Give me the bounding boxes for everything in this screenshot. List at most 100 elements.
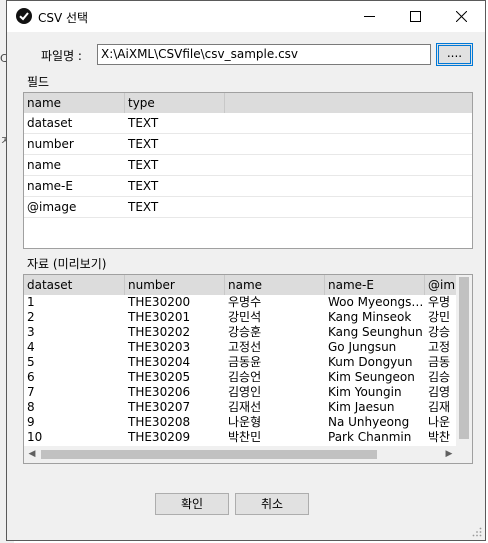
preview-grid[interactable]: dataset number name name-E @im 1 THE3020… xyxy=(23,274,473,464)
field-name-cell: name-E xyxy=(27,179,73,193)
table-cell: Na Unhyeong xyxy=(328,415,410,429)
table-cell: Kang Seunghun xyxy=(328,325,423,339)
window-title: CSV 선택 xyxy=(38,11,89,25)
fields-header-row: name type xyxy=(24,93,472,113)
table-row[interactable]: name TEXT xyxy=(24,155,472,176)
ok-button[interactable]: 확인 xyxy=(155,493,229,515)
table-cell: 박찬 xyxy=(428,430,451,444)
column-header[interactable]: number xyxy=(125,275,225,295)
column-header[interactable]: @im xyxy=(425,275,456,295)
table-cell: THE30206 xyxy=(128,385,191,399)
fields-section-label: 필드 xyxy=(27,75,50,89)
check-circle-icon xyxy=(16,8,32,24)
table-cell: 4 xyxy=(27,340,35,354)
browse-button[interactable]: .... xyxy=(436,43,473,66)
table-cell: Woo Myeongs… xyxy=(328,295,424,309)
table-row[interactable]: number TEXT xyxy=(24,134,472,155)
table-cell: 김재 xyxy=(428,400,451,414)
table-cell: 강민석 xyxy=(228,310,262,324)
table-cell: 김영인 xyxy=(228,385,262,399)
field-type-cell: TEXT xyxy=(128,137,159,151)
table-cell: 강민 xyxy=(428,310,451,324)
file-path-field[interactable]: X:\AiXML\CSVfile\csv_sample.csv xyxy=(97,44,431,65)
close-icon xyxy=(456,11,467,22)
table-row[interactable]: dataset TEXT xyxy=(24,113,472,134)
preview-section-label: 자료 (미리보기) xyxy=(27,257,107,271)
table-cell: 김승언 xyxy=(228,370,262,384)
field-type-cell: TEXT xyxy=(128,158,159,172)
table-cell: Kum Dongyun xyxy=(328,355,413,369)
table-cell: 강승훈 xyxy=(228,325,262,339)
table-cell: 김승 xyxy=(428,370,451,384)
table-cell: THE30200 xyxy=(128,295,191,309)
field-name-cell: name xyxy=(27,158,62,172)
table-cell: 1 xyxy=(27,295,35,309)
table-cell: 고정선 xyxy=(228,340,262,354)
table-cell: THE30208 xyxy=(128,415,191,429)
table-cell: 8 xyxy=(27,400,35,414)
column-header[interactable]: name-E xyxy=(325,275,425,295)
table-cell: 박찬민 xyxy=(228,430,262,444)
preview-horizontal-scrollbar[interactable]: ◀ ▶ xyxy=(24,446,472,463)
preview-header-row: dataset number name name-E @im xyxy=(24,275,456,295)
table-row[interactable]: name-E TEXT xyxy=(24,176,472,197)
table-cell: Kim Seungeon xyxy=(328,370,415,384)
table-cell: Park Chanmin xyxy=(328,430,412,444)
table-cell: Go Jungsun xyxy=(328,340,397,354)
field-name-cell: number xyxy=(27,137,74,151)
table-cell: 7 xyxy=(27,385,35,399)
table-cell: THE30203 xyxy=(128,340,191,354)
table-row[interactable]: @image TEXT xyxy=(24,197,472,218)
scroll-left-icon[interactable]: ◀ xyxy=(25,447,39,461)
field-name-cell: dataset xyxy=(27,116,73,130)
table-cell: 금동 xyxy=(428,355,451,369)
close-button[interactable] xyxy=(438,1,484,32)
table-cell: 10 xyxy=(27,430,43,444)
minimize-icon xyxy=(364,16,375,17)
table-cell: 3 xyxy=(27,325,35,339)
minimize-button[interactable] xyxy=(346,1,392,32)
resize-grip-icon[interactable] xyxy=(472,527,482,537)
table-cell: 나운 xyxy=(428,415,451,429)
file-path-label: 파일명 : xyxy=(41,49,82,63)
field-name-cell: @image xyxy=(27,200,77,214)
maximize-icon xyxy=(410,11,421,22)
table-cell: 고정 xyxy=(428,340,451,354)
column-header[interactable]: type xyxy=(125,93,225,113)
table-cell: THE30201 xyxy=(128,310,191,324)
table-cell: 김재선 xyxy=(228,400,262,414)
table-cell: 2 xyxy=(27,310,35,324)
maximize-button[interactable] xyxy=(392,1,438,32)
table-cell: Kim Youngin xyxy=(328,385,402,399)
scroll-right-icon[interactable]: ▶ xyxy=(442,447,456,461)
title-bar[interactable]: CSV 선택 xyxy=(7,1,485,32)
table-cell: Kang Minseok xyxy=(328,310,412,324)
scrollbar-thumb[interactable] xyxy=(41,450,377,459)
field-type-cell: TEXT xyxy=(128,200,159,214)
column-header[interactable]: name xyxy=(24,93,125,113)
table-cell: 우명 xyxy=(428,295,451,309)
fields-grid[interactable]: name type dataset TEXT number TEXT name … xyxy=(23,92,473,249)
table-cell: THE30202 xyxy=(128,325,191,339)
csv-select-dialog: CSV 선택 파일명 : X:\AiXML\CSVfile\csv_sample… xyxy=(6,0,486,541)
table-cell: THE30207 xyxy=(128,400,191,414)
field-type-cell: TEXT xyxy=(128,179,159,193)
field-type-cell: TEXT xyxy=(128,116,159,130)
preview-vertical-scrollbar[interactable] xyxy=(456,275,472,446)
table-cell: 김영 xyxy=(428,385,451,399)
table-cell: 우명수 xyxy=(228,295,262,309)
table-cell: THE30205 xyxy=(128,370,191,384)
table-cell: THE30209 xyxy=(128,430,191,444)
table-cell: 강승 xyxy=(428,325,451,339)
column-header[interactable]: name xyxy=(225,275,325,295)
table-cell: Kim Jaesun xyxy=(328,400,395,414)
column-header[interactable]: dataset xyxy=(24,275,125,295)
table-cell: THE30204 xyxy=(128,355,191,369)
table-cell: 금동윤 xyxy=(228,355,262,369)
table-cell: 6 xyxy=(27,370,35,384)
scrollbar-thumb[interactable] xyxy=(459,277,469,439)
table-cell: 나운형 xyxy=(228,415,262,429)
table-cell: 9 xyxy=(27,415,35,429)
cancel-button[interactable]: 취소 xyxy=(235,493,309,515)
browse-button-label: .... xyxy=(446,46,463,60)
